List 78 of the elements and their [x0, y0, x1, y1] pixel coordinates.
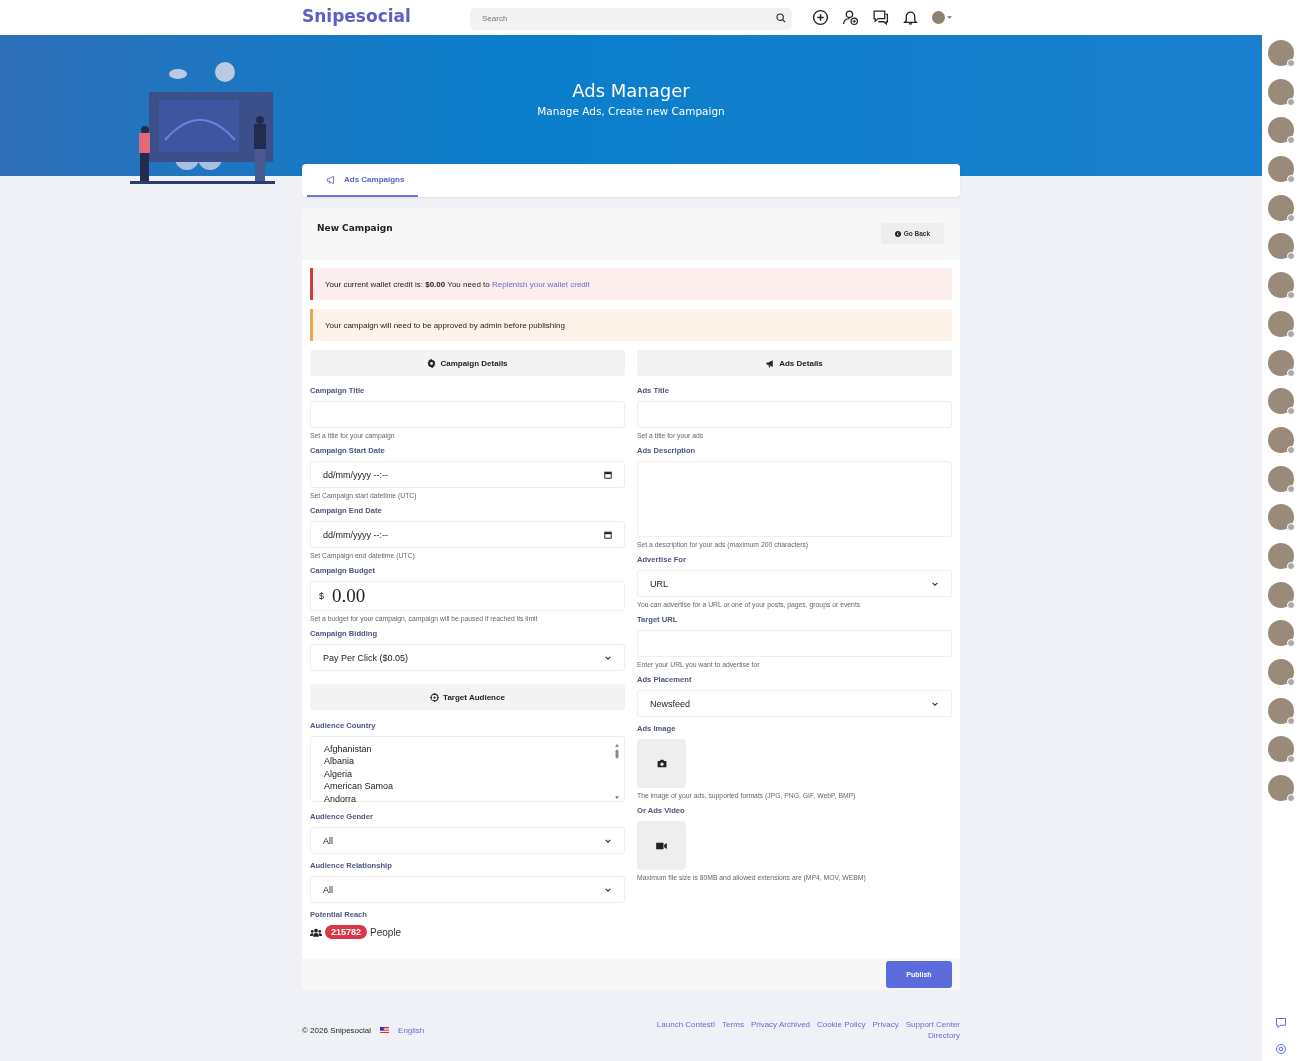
contact-avatar[interactable] — [1268, 156, 1294, 183]
caret-icon[interactable] — [947, 15, 952, 20]
user-avatar[interactable] — [932, 11, 945, 24]
contact-avatar[interactable] — [1268, 581, 1294, 608]
contact-avatar[interactable] — [1268, 233, 1294, 260]
contact-avatar[interactable] — [1268, 542, 1294, 569]
search-field[interactable]: Search — [470, 7, 792, 30]
alert-message: Your campaign will need to be approved by admin before publishing — [310, 309, 952, 341]
contact-avatar[interactable] — [1268, 310, 1294, 337]
country-option[interactable]: Albania — [324, 755, 614, 768]
replenish-link[interactable]: Replenish your wallet credit — [491, 279, 590, 289]
megaphone-icon — [766, 358, 776, 368]
contact-avatar[interactable] — [1268, 117, 1294, 144]
megaphone-icon — [326, 174, 336, 185]
contact-avatar[interactable] — [1268, 426, 1294, 453]
tab[interactable]: Ads Campaigns — [307, 164, 419, 197]
camera-icon — [656, 759, 667, 768]
date-input[interactable]: dd/mm/yyyy --:-- — [310, 521, 625, 548]
scrollbar-icon — [614, 743, 620, 801]
copyright-text: © 2026 Snipesocial — [302, 1025, 372, 1035]
contact-avatar[interactable] — [1268, 620, 1294, 647]
calendar-icon — [604, 530, 612, 539]
upload-button[interactable] — [637, 821, 686, 870]
alert-message: Your current wallet credit is: $0.00 You need to Replenish your wallet credit — [310, 268, 952, 300]
footer-link[interactable]: Launch Contest! — [656, 1020, 716, 1029]
reach-count-badge: 215782 — [325, 925, 368, 939]
page-title: Ads Manager — [572, 80, 690, 101]
contact-avatar[interactable] — [1268, 272, 1294, 299]
footer-link[interactable]: Support Center — [905, 1020, 960, 1029]
section-header[interactable]: Target Audience — [310, 684, 625, 710]
select-dropdown[interactable]: Pay Per Click ($0.05) — [310, 644, 625, 671]
language-link[interactable]: English — [398, 1025, 425, 1035]
contact-avatar[interactable] — [1268, 775, 1294, 802]
select-dropdown[interactable]: All — [310, 876, 625, 903]
reach-unit: People — [370, 926, 402, 938]
settings-icon[interactable] — [1275, 1043, 1287, 1055]
add-user-icon[interactable] — [842, 9, 859, 26]
contact-avatar[interactable] — [1268, 697, 1294, 724]
contact-avatar[interactable] — [1268, 659, 1294, 685]
search-icon — [776, 13, 786, 23]
users-icon — [310, 927, 322, 937]
country-option[interactable]: Algeria — [324, 767, 614, 781]
chat-icon[interactable] — [1275, 1017, 1287, 1029]
budget-input[interactable]: $ 0.00 — [310, 581, 625, 611]
crosshair-icon — [430, 692, 440, 702]
notification-bell-icon[interactable] — [902, 9, 919, 26]
section-header[interactable]: Ads Details — [637, 350, 952, 376]
back-arrow-icon — [894, 230, 901, 237]
select-dropdown[interactable]: Newsfeed — [637, 690, 952, 717]
section-header[interactable]: Campaign Details — [310, 350, 625, 376]
site-logo[interactable]: Snipesocial — [302, 6, 411, 26]
video-camera-icon — [656, 841, 667, 850]
country-listbox[interactable]: Afghanistan Albania Algeria American Samoa Andorra — [310, 736, 625, 802]
footer-link[interactable]: Terms — [722, 1020, 744, 1029]
select-dropdown[interactable]: All — [310, 827, 625, 854]
contact-avatar[interactable] — [1268, 504, 1294, 531]
footer-link[interactable]: Directory — [928, 1031, 960, 1040]
footer-link[interactable]: Privacy — [872, 1020, 899, 1029]
country-option[interactable]: Afghanistan — [324, 743, 614, 756]
contact-avatar[interactable] — [1268, 194, 1294, 221]
contact-avatar[interactable] — [1268, 78, 1294, 105]
calendar-icon — [604, 470, 612, 479]
messages-icon[interactable] — [872, 9, 889, 26]
contact-avatar[interactable] — [1268, 40, 1294, 66]
country-option[interactable]: American Samoa — [324, 780, 614, 793]
flag-icon — [380, 1027, 390, 1033]
page-subtitle: Manage Ads, Create new Campaign — [537, 105, 725, 117]
form-title: New Campaign — [317, 223, 393, 235]
contact-avatar[interactable] — [1268, 349, 1294, 376]
contact-avatar[interactable] — [1268, 388, 1294, 415]
gear-icon — [427, 358, 437, 368]
contact-avatar[interactable] — [1268, 465, 1294, 492]
footer-link[interactable]: Cookie Policy — [817, 1020, 866, 1029]
date-input[interactable]: dd/mm/yyyy --:-- — [310, 461, 625, 488]
add-icon[interactable] — [812, 9, 829, 26]
footer-link[interactable]: Privacy Archived — [750, 1020, 811, 1029]
select-dropdown[interactable]: URL — [637, 570, 952, 597]
contact-avatar[interactable] — [1268, 736, 1294, 763]
